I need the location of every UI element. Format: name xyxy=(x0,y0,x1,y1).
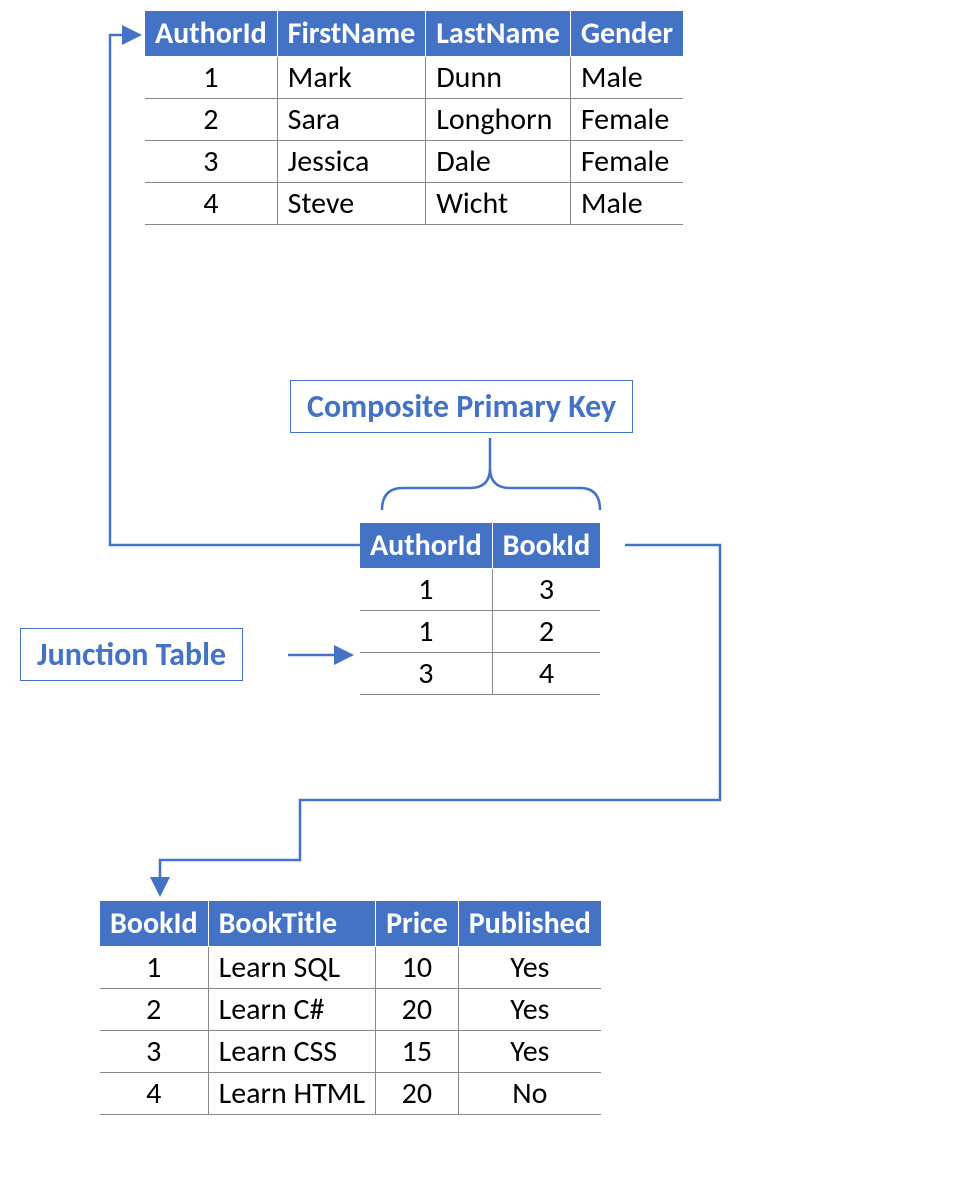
books-header-row: BookId BookTitle Price Published xyxy=(100,901,601,947)
cell-firstname: Sara xyxy=(277,99,426,141)
cell-gender: Female xyxy=(570,141,683,183)
cell-price: 15 xyxy=(376,1031,459,1073)
cell-bookid: 4 xyxy=(100,1073,208,1115)
cell-published: No xyxy=(458,1073,601,1115)
cell-lastname: Dunn xyxy=(426,57,571,99)
cell-lastname: Wicht xyxy=(426,183,571,225)
cell-bookid: 3 xyxy=(100,1031,208,1073)
col-firstname: FirstName xyxy=(277,11,426,57)
cell-authorid: 1 xyxy=(360,569,492,611)
cell-bookid: 2 xyxy=(100,989,208,1031)
cell-lastname: Dale xyxy=(426,141,571,183)
junction-table-label: Junction Table xyxy=(20,628,243,681)
table-row: 1 3 xyxy=(360,569,600,611)
authors-header-row: AuthorId FirstName LastName Gender xyxy=(145,11,683,57)
cell-booktitle: Learn C# xyxy=(208,989,375,1031)
cell-authorid: 3 xyxy=(360,653,492,695)
junction-header-row: AuthorId BookId xyxy=(360,523,600,569)
cell-bookid: 1 xyxy=(100,947,208,989)
col-authorid: AuthorId xyxy=(145,11,277,57)
authors-table: AuthorId FirstName LastName Gender 1 Mar… xyxy=(145,10,683,225)
cell-price: 20 xyxy=(376,989,459,1031)
cell-booktitle: Learn HTML xyxy=(208,1073,375,1115)
table-row: 1 Mark Dunn Male xyxy=(145,57,683,99)
cell-bookid: 2 xyxy=(492,611,600,653)
cell-authorid: 4 xyxy=(145,183,277,225)
col-booktitle: BookTitle xyxy=(208,901,375,947)
brace-icon xyxy=(382,438,600,510)
composite-primary-key-label: Composite Primary Key xyxy=(290,380,633,433)
col-published: Published xyxy=(458,901,601,947)
books-table: BookId BookTitle Price Published 1 Learn… xyxy=(100,900,601,1115)
table-row: 2 Learn C# 20 Yes xyxy=(100,989,601,1031)
cell-booktitle: Learn CSS xyxy=(208,1031,375,1073)
cell-authorid: 3 xyxy=(145,141,277,183)
cell-price: 10 xyxy=(376,947,459,989)
cell-bookid: 4 xyxy=(492,653,600,695)
cell-price: 20 xyxy=(376,1073,459,1115)
table-row: 3 4 xyxy=(360,653,600,695)
col-gender: Gender xyxy=(570,11,683,57)
cell-gender: Male xyxy=(570,183,683,225)
cell-firstname: Steve xyxy=(277,183,426,225)
junction-table: AuthorId BookId 1 3 1 2 3 4 xyxy=(360,522,600,695)
col-bookid: BookId xyxy=(100,901,208,947)
table-row: 2 Sara Longhorn Female xyxy=(145,99,683,141)
cell-lastname: Longhorn xyxy=(426,99,571,141)
cell-authorid: 1 xyxy=(360,611,492,653)
table-row: 3 Learn CSS 15 Yes xyxy=(100,1031,601,1073)
cell-gender: Female xyxy=(570,99,683,141)
cell-firstname: Mark xyxy=(277,57,426,99)
cell-published: Yes xyxy=(458,989,601,1031)
col-authorid: AuthorId xyxy=(360,523,492,569)
table-row: 4 Steve Wicht Male xyxy=(145,183,683,225)
cell-published: Yes xyxy=(458,947,601,989)
col-bookid: BookId xyxy=(492,523,600,569)
cell-gender: Male xyxy=(570,57,683,99)
table-row: 1 2 xyxy=(360,611,600,653)
cell-booktitle: Learn SQL xyxy=(208,947,375,989)
col-lastname: LastName xyxy=(426,11,571,57)
cell-firstname: Jessica xyxy=(277,141,426,183)
cell-authorid: 2 xyxy=(145,99,277,141)
cell-published: Yes xyxy=(458,1031,601,1073)
cell-authorid: 1 xyxy=(145,57,277,99)
cell-bookid: 3 xyxy=(492,569,600,611)
col-price: Price xyxy=(376,901,459,947)
table-row: 4 Learn HTML 20 No xyxy=(100,1073,601,1115)
table-row: 1 Learn SQL 10 Yes xyxy=(100,947,601,989)
table-row: 3 Jessica Dale Female xyxy=(145,141,683,183)
